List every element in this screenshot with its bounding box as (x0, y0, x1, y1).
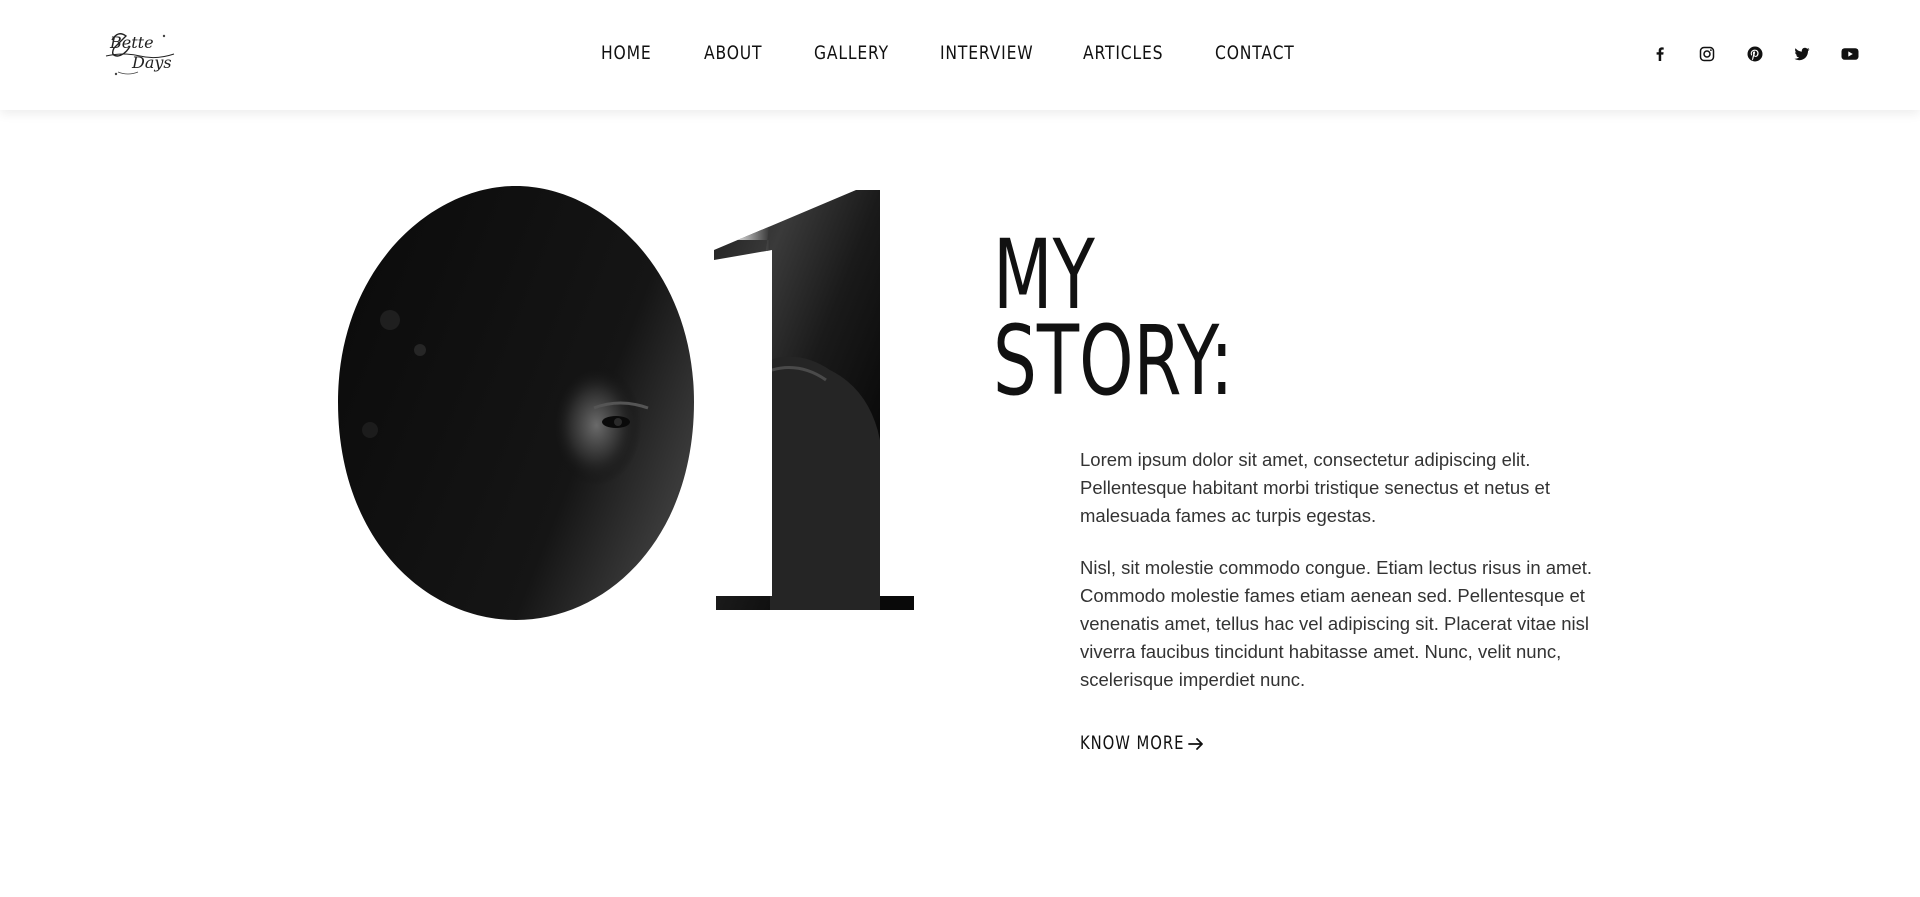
story-paragraph-1: Lorem ipsum dolor sit amet, consectetur … (1080, 449, 1550, 526)
instagram-icon[interactable] (1697, 44, 1717, 64)
nav-contact[interactable]: CONTACT (1215, 42, 1295, 64)
main-nav: HOME ABOUT GALLERY INTERVIEW ARTICLES CO… (0, 0, 1920, 110)
twitter-icon[interactable] (1792, 44, 1812, 64)
facebook-icon[interactable] (1650, 44, 1670, 64)
svg-text:Bette: Bette (109, 33, 154, 52)
section-title: MY STORY: (993, 227, 1234, 417)
title-line-2: STORY: (993, 305, 1234, 417)
nav-articles[interactable]: ARTICLES (1083, 42, 1163, 64)
know-more-button[interactable]: KNOW MORE (1080, 732, 1214, 754)
nav-gallery[interactable]: GALLERY (814, 42, 889, 64)
site-header: Bette Days HOME ABOUT GALLERY INTERVIEW … (0, 0, 1920, 110)
story-paragraph-2: Nisl, sit molestie commodo congue. Etiam… (1080, 557, 1593, 690)
logo[interactable]: Bette Days (104, 26, 180, 78)
arrow-right-icon (1188, 738, 1203, 750)
big-number-01 (338, 186, 914, 620)
nav-home[interactable]: HOME (601, 42, 652, 64)
nav-interview[interactable]: INTERVIEW (940, 42, 1033, 64)
pinterest-icon[interactable] (1745, 44, 1765, 64)
nav-about[interactable]: ABOUT (704, 42, 762, 64)
youtube-icon[interactable] (1840, 44, 1860, 64)
know-more-label: KNOW MORE (1080, 732, 1185, 754)
